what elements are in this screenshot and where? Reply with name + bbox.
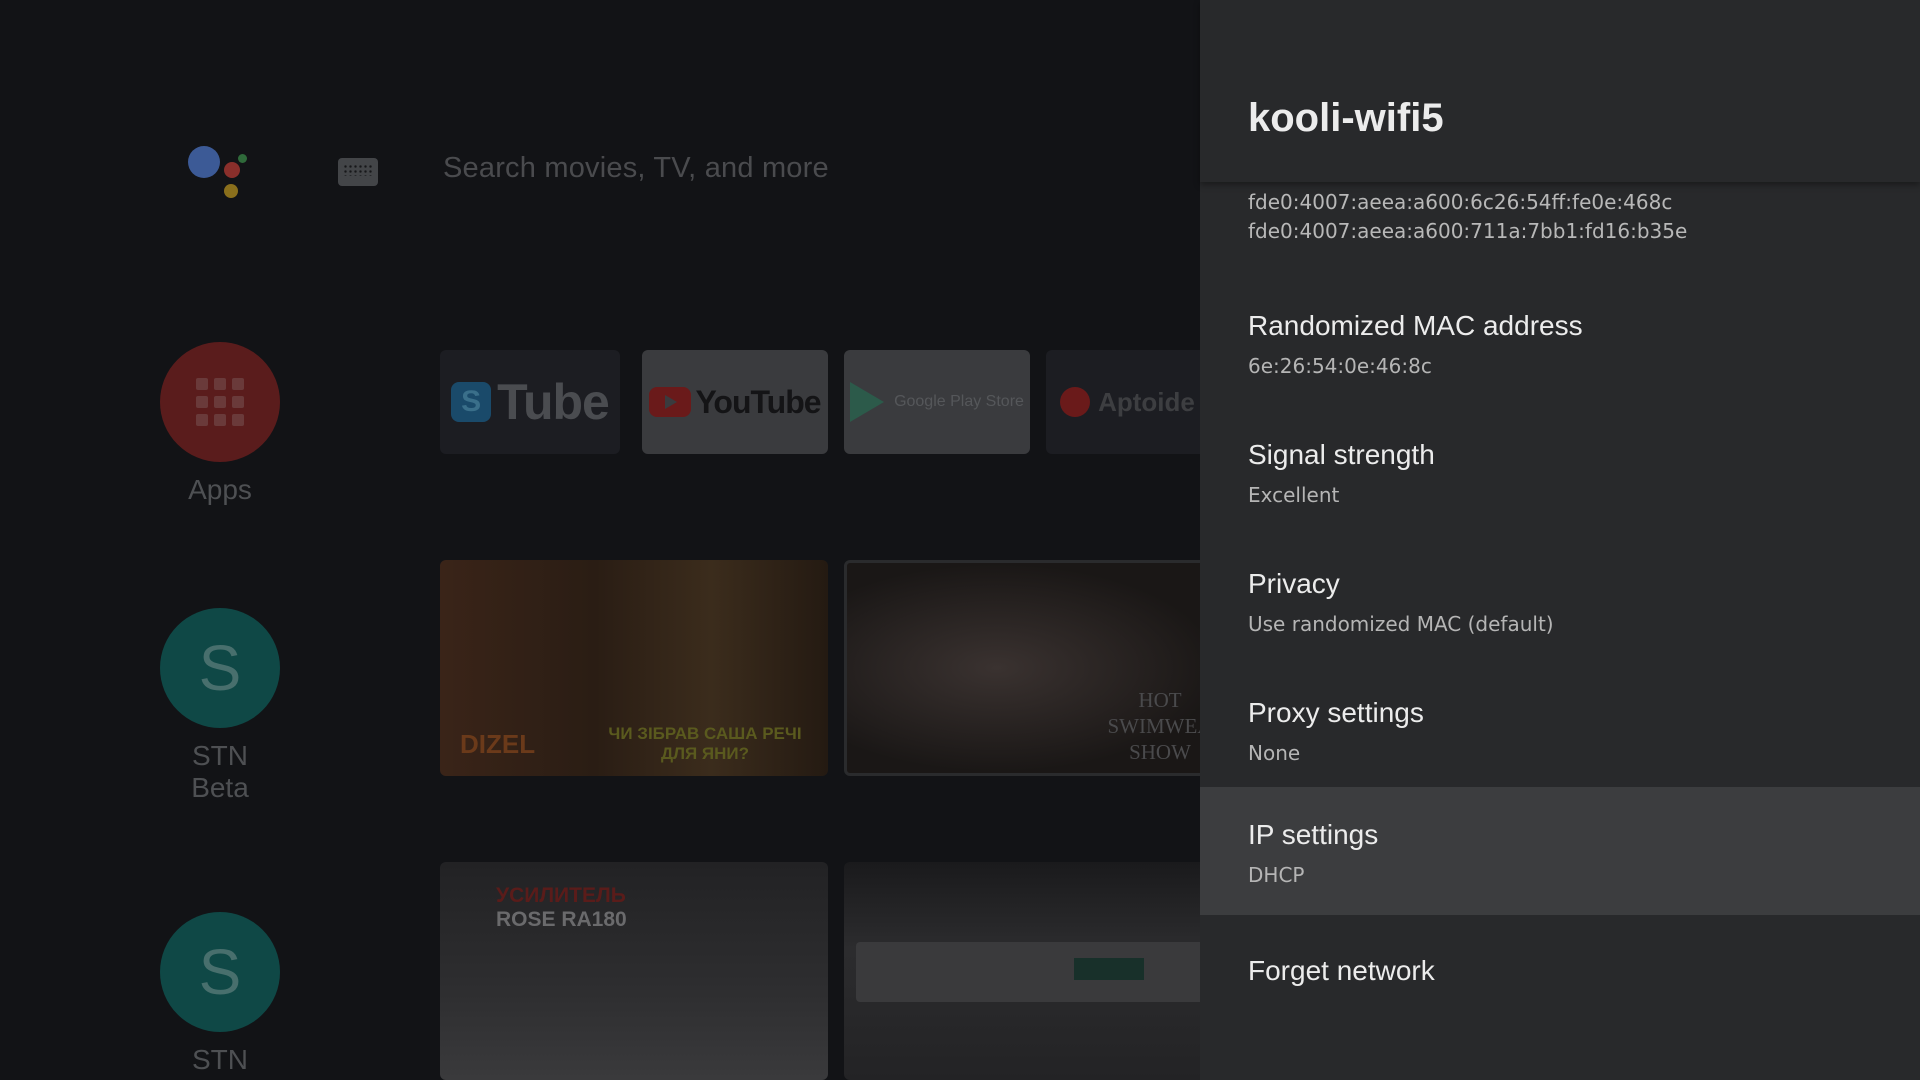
google-play-icon xyxy=(850,382,885,422)
setting-signal-strength[interactable]: Signal strength Excellent xyxy=(1200,417,1920,545)
video-thumbnail[interactable]: HOT SWIMWEA SHOW xyxy=(844,560,1200,776)
setting-value: DHCP xyxy=(1248,863,1305,887)
setting-title: Proxy settings xyxy=(1248,697,1424,728)
apps-launcher-button[interactable]: Apps xyxy=(160,342,280,506)
setting-privacy[interactable]: Privacy Use randomized MAC (default) xyxy=(1200,546,1920,674)
thumbnail-caption: ROSE RA180 xyxy=(496,908,627,931)
video-thumbnail[interactable]: УСИЛИТЕЛЬ ROSE RA180 xyxy=(440,862,828,1080)
stube-app-tile[interactable]: S Tube xyxy=(440,350,620,454)
google-play-store-app-tile[interactable]: Google Play Store xyxy=(844,350,1030,454)
ipv6-address: fde0:4007:aeea:a600:711a:7bb1:fd16:b35e xyxy=(1248,219,1688,243)
network-details-panel: kooli-wifi5 fde0:4007:aeea:a600:6c26:54f… xyxy=(1200,0,1920,1080)
setting-title: Forget network xyxy=(1248,955,1435,986)
google-play-wordmark: Google Play Store xyxy=(894,393,1024,410)
youtube-play-icon xyxy=(649,387,692,417)
stube-logo-icon: S xyxy=(451,382,492,422)
aptoide-app-tile[interactable]: Aptoide T xyxy=(1046,350,1200,454)
ipv6-addresses: fde0:4007:aeea:a600:6c26:54ff:fe0e:468c … xyxy=(1248,188,1687,246)
network-name-title: kooli-wifi5 xyxy=(1248,96,1444,140)
thumbnail-caption-block: УСИЛИТЕЛЬ ROSE RA180 xyxy=(496,884,627,932)
setting-value: 6e:26:54:0e:46:8c xyxy=(1248,354,1432,378)
setting-proxy[interactable]: Proxy settings None xyxy=(1200,675,1920,803)
google-assistant-icon[interactable] xyxy=(186,144,250,200)
stn-beta-app-button[interactable]: S STN Beta xyxy=(160,608,280,804)
setting-value: Use randomized MAC (default) xyxy=(1248,612,1554,636)
stn-beta-label: STN Beta xyxy=(191,740,249,803)
setting-value: None xyxy=(1248,741,1301,765)
youtube-app-tile[interactable]: YouTube xyxy=(642,350,828,454)
thumbnail-caption: HOT SWIMWEA SHOW xyxy=(1107,688,1201,764)
keyboard-icon[interactable] xyxy=(338,158,378,186)
stube-wordmark: Tube xyxy=(497,374,610,430)
aptoide-wordmark: Aptoide T xyxy=(1098,386,1200,417)
setting-ip-settings[interactable]: IP settings DHCP xyxy=(1200,787,1920,915)
tv-screen: Search movies, TV, and more Apps S STN B… xyxy=(0,0,1920,1080)
setting-title: Signal strength xyxy=(1248,439,1435,470)
stn-beta-app-button-2[interactable]: S STN Beta xyxy=(160,912,280,1080)
video-thumbnail[interactable] xyxy=(844,862,1200,1080)
apps-grid-icon xyxy=(160,342,280,462)
setting-randomized-mac[interactable]: Randomized MAC address 6e:26:54:0e:46:8c xyxy=(1200,288,1920,416)
stn-beta-icon: S xyxy=(160,608,280,728)
stn-beta-label: STN Beta xyxy=(191,1044,249,1080)
stn-beta-icon: S xyxy=(160,912,280,1032)
panel-header: kooli-wifi5 xyxy=(1200,0,1920,182)
setting-title: Randomized MAC address xyxy=(1248,310,1583,341)
thumbnail-brand: DIZEL xyxy=(460,729,536,759)
home-launcher-background: Search movies, TV, and more Apps S STN B… xyxy=(0,0,1200,1080)
search-placeholder[interactable]: Search movies, TV, and more xyxy=(443,152,829,185)
setting-title: IP settings xyxy=(1248,819,1379,850)
apps-label: Apps xyxy=(188,474,252,505)
video-thumbnail[interactable]: DIZEL ЧИ ЗІБРАВ САША РЕЧІ ДЛЯ ЯНИ? xyxy=(440,560,828,776)
setting-value: Excellent xyxy=(1248,483,1340,507)
setting-forget-network[interactable]: Forget network xyxy=(1200,933,1920,1061)
thumbnail-caption: ЧИ ЗІБРАВ САША РЕЧІ ДЛЯ ЯНИ? xyxy=(608,724,802,763)
youtube-wordmark: YouTube xyxy=(695,383,821,420)
ipv6-address: fde0:4007:aeea:a600:6c26:54ff:fe0e:468c xyxy=(1248,190,1673,214)
thumbnail-caption-red: УСИЛИТЕЛЬ xyxy=(496,884,626,907)
aptoide-icon xyxy=(1060,387,1091,417)
setting-title: Privacy xyxy=(1248,568,1340,599)
